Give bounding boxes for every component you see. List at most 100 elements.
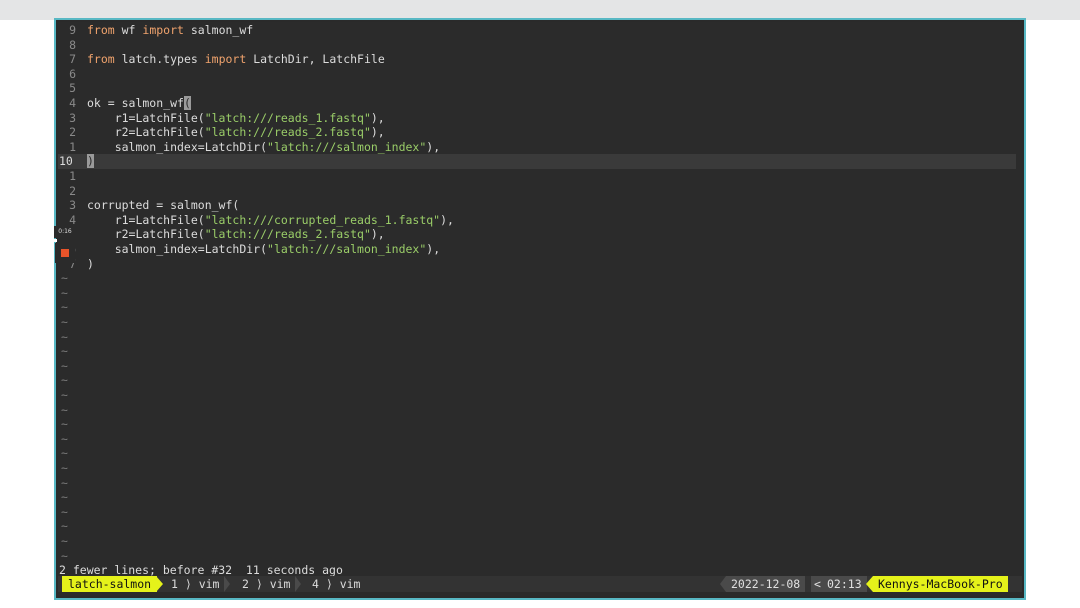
empty-line-tilde: ~ [61,446,68,461]
code-line[interactable]: 5 r2=LatchFile("latch:///reads_2.fastq")… [58,227,1016,242]
tmux-window-2[interactable]: 2 ⟩ vim [242,576,290,592]
code-line[interactable]: 3 r1=LatchFile("latch:///reads_1.fastq")… [58,111,1016,126]
code-keyword: import [204,52,247,67]
code-text: wf [114,23,143,37]
code-text: r2=LatchFile( [87,125,205,140]
text-cursor: ) [87,154,94,169]
code-text: LatchDir, LatchFile [246,52,385,67]
code-line[interactable]: 2 r2=LatchFile("latch:///reads_2.fastq")… [58,125,1016,140]
code-text: ), [426,242,441,256]
code-line[interactable]: 3 corrupted = salmon_wf( [58,198,1016,213]
code-text: ok = salmon_wf [87,96,184,110]
code-text: salmon_wf [183,23,254,37]
code-text: ), [370,227,385,242]
code-line[interactable]: 10) [58,154,1016,169]
code-line[interactable]: 4 r1=LatchFile("latch:///corrupted_reads… [58,213,1016,228]
code-text: r1=LatchFile( [87,110,205,125]
empty-line-tilde: ~ [61,285,68,300]
vim-message: 2 fewer lines; before #32 11 seconds ago [59,563,343,577]
empty-line-tilde: ~ [61,402,68,417]
code-line[interactable]: 6 salmon_index=LatchDir("latch:///salmon… [58,242,1016,257]
host-arrow-icon [866,576,873,592]
separator-icon [295,576,301,592]
code-line[interactable]: 4 ok = salmon_wf( [58,96,1016,111]
code-text: corrupted = salmon_wf( [87,198,240,213]
empty-line-tilde: ~ [61,315,68,329]
code-text: ) [87,256,94,271]
vim-editor[interactable]: 9 from wf import salmon_wf 8 7 from latch.ty… [58,22,1022,596]
empty-line-tilde: ~ [61,417,68,432]
text-cursor: ( [183,96,191,110]
status-time: 02:13 [822,576,867,592]
tmux-status-bar: latch-salmon 1 ⟩ vim 2 ⟩ vim 4 ⟩ vim 202… [58,576,1022,592]
empty-line-tilde: ~ [61,300,68,315]
code-text: ), [426,139,441,154]
empty-line-tilde: ~ [61,329,68,344]
tmux-session-name[interactable]: latch-salmon [62,576,158,592]
line-number: 8 [69,37,76,52]
empty-line-tilde: ~ [61,431,68,446]
code-text: ), [440,212,454,227]
separator-icon [224,576,230,592]
recording-indicator-icon [54,239,57,242]
code-text: ), [370,110,385,125]
status-date: 2022-12-08 [726,576,806,592]
code-line[interactable]: 7 from latch.types import LatchDir, Latch… [58,52,1016,67]
stop-icon [61,249,69,257]
status-hostname: Kennys-MacBook-Pro [873,576,1008,592]
line-number: 3 [69,198,76,213]
screen-recorder-widget: 0:16 [54,226,76,266]
code-line[interactable]: 1 salmon_index=LatchDir("latch:///salmon… [58,140,1016,155]
code-string: "latch:///reads_2.fastq" [204,125,371,140]
line-number: 6 [69,66,76,81]
line-number: 1 [69,139,76,154]
empty-line-tilde: ~ [61,475,68,490]
stop-recording-button[interactable] [55,243,75,263]
empty-line-tilde: ~ [61,548,68,563]
empty-line-tilde: ~ [61,344,68,359]
line-number: 3 [69,110,76,125]
code-line[interactable]: 6 [58,67,1016,82]
line-number: 9 [69,23,76,37]
line-number: 7 [69,52,76,67]
code-line[interactable]: 7) [58,257,1016,272]
code-string: "latch:///salmon_index" [267,139,427,154]
empty-line-tilde: ~ [61,461,68,475]
code-string: "latch:///salmon_index" [267,242,427,256]
session-arrow-icon [156,576,163,592]
code-text: salmon_index=LatchDir( [87,139,268,154]
code-text: ), [370,125,385,140]
code-keyword: from [87,23,115,37]
code-keyword: from [87,52,115,67]
line-number: 5 [69,81,76,96]
code-text: r2=LatchFile( [87,227,205,242]
empty-line-tilde: ~ [61,490,68,505]
code-keyword: import [142,23,184,37]
line-number: 1 [69,169,76,183]
code-string: "latch:///reads_1.fastq" [204,110,371,125]
tmux-window-1[interactable]: 1 ⟩ vim [171,576,219,592]
code-text: r1=LatchFile( [87,212,205,227]
code-string: "latch:///corrupted_reads_1.fastq" [204,212,441,227]
tmux-window-4[interactable]: 4 ⟩ vim [312,576,360,592]
line-number: 2 [69,125,76,140]
code-text: salmon_index=LatchDir( [87,242,268,256]
code-string: "latch:///reads_2.fastq" [204,227,371,242]
code-line[interactable]: 5 [58,81,1016,96]
code-line[interactable]: 9 from wf import salmon_wf [58,23,1016,38]
terminal-window[interactable]: 9 from wf import salmon_wf 8 7 from latch.ty… [54,18,1026,600]
empty-line-tilde: ~ [61,504,68,519]
recording-timer: 0:16 [54,226,76,238]
code-line[interactable]: 1 [58,169,1016,184]
line-number: 4 [69,96,76,110]
code-line[interactable]: 2 [58,184,1016,199]
code-text: latch.types [114,52,205,67]
empty-line-tilde: ~ [61,358,68,373]
top-bar [0,0,1080,20]
empty-line-tilde: ~ [61,388,68,402]
line-number: 2 [69,183,76,198]
empty-line-tilde: ~ [61,519,68,534]
code-line[interactable]: 8 [58,38,1016,53]
empty-line-tilde: ~ [61,373,68,388]
line-number: 10 [59,154,73,169]
